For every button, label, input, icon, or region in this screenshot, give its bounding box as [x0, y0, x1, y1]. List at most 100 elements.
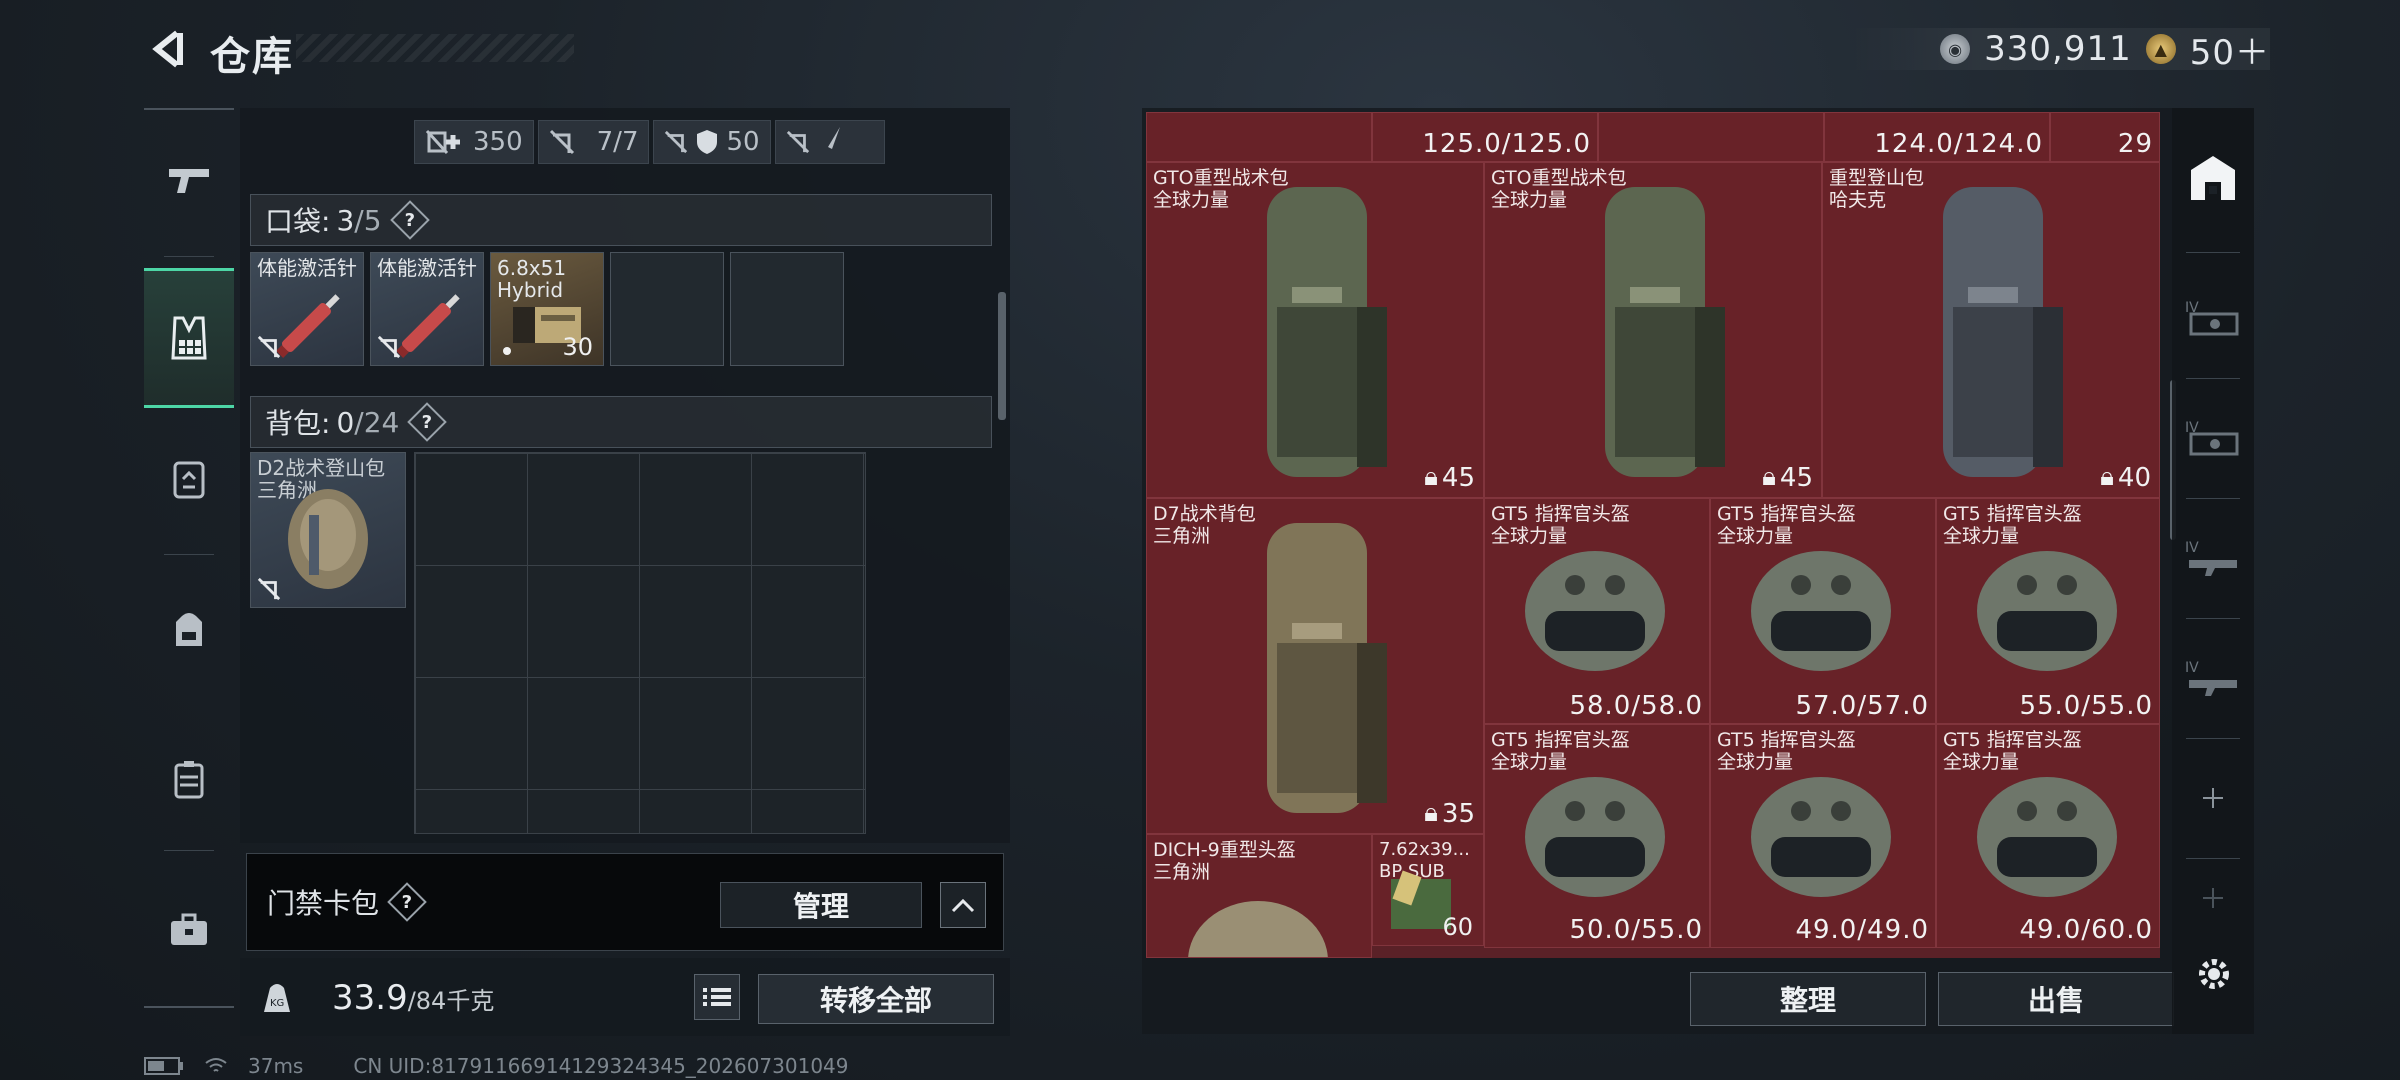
rail-safehouse[interactable] — [2172, 108, 2254, 248]
warehouse-item[interactable]: DICH-9重型头盔 三角洲 — [1146, 834, 1372, 958]
warehouse-item[interactable]: 7.62x39... BP SUB 60 — [1372, 834, 1484, 946]
chest-rig-icon — [173, 461, 205, 499]
warehouse-item-partial[interactable]: 125.0/125.0 — [1372, 112, 1598, 162]
knife-stat — [774, 120, 885, 164]
stats-row: 350 7/7 50 — [414, 120, 885, 164]
gt5-helmet-image — [1977, 777, 2117, 897]
tier4-rifle-icon: IV — [2185, 660, 2237, 696]
keycard-help-button[interactable]: ? — [387, 882, 427, 922]
chevron-up-icon — [951, 898, 975, 913]
pocket-help-button[interactable]: ? — [389, 200, 430, 240]
briefcase-icon — [171, 913, 207, 945]
tier4-gun-icon: IV — [2185, 300, 2239, 336]
settings-button[interactable] — [2192, 952, 2236, 996]
pocket-slot-2[interactable]: 体能激活针 — [370, 252, 484, 366]
gun-icon — [169, 169, 209, 193]
sort-button[interactable]: 整理 — [1690, 972, 1926, 1026]
gold-currency-value[interactable]: 50＋ — [2190, 25, 2270, 74]
tier4-rifle-icon: IV — [2185, 540, 2237, 576]
backpack-item-image — [288, 489, 368, 589]
durability-icon — [786, 130, 809, 154]
rail-add-2[interactable] — [2172, 838, 2254, 958]
currency-bar: ◉ 330,911 ▲ 50＋ — [1850, 28, 2270, 73]
keycard-manage-button[interactable]: 管理 — [720, 882, 922, 928]
keycard-label: 门禁卡包 — [267, 887, 380, 920]
silver-coin-icon: ◉ — [1940, 34, 1971, 64]
medkit-stat: 350 — [414, 120, 534, 164]
gt5-helmet-image — [1751, 777, 1891, 897]
pocket-slot-1[interactable]: 体能激活针 — [250, 252, 364, 366]
pocket-slot-5[interactable] — [730, 252, 844, 366]
nav-vest[interactable] — [144, 268, 234, 408]
warehouse-item[interactable]: GT5 指挥官头盔 全球力量 57.0/57.0 — [1710, 498, 1936, 724]
backpack-help-button[interactable]: ? — [407, 402, 448, 442]
nav-chest-rig[interactable] — [144, 410, 234, 550]
back-button[interactable] — [140, 22, 194, 76]
warehouse-item-partial[interactable]: 124.0/124.0 — [1824, 112, 2050, 162]
safehouse-icon — [2191, 156, 2235, 200]
warehouse-item[interactable]: GTO重型战术包 全球力量 🔒︎ 45 — [1146, 162, 1484, 498]
warehouse-item[interactable]: GTO重型战术包 全球力量 🔒︎ 45 — [1484, 162, 1822, 498]
title-stripe — [296, 34, 574, 62]
backpack-header: 背包: 0 /24 ? — [250, 396, 992, 448]
nav-briefcase[interactable] — [144, 860, 234, 1000]
backpack-used: 0 — [336, 405, 355, 439]
add-icon — [2203, 788, 2223, 808]
nav-case[interactable] — [144, 710, 234, 850]
gt5-helmet-image — [1977, 551, 2117, 671]
backpack-grid[interactable] — [414, 452, 866, 834]
svg-text:IV: IV — [2185, 540, 2199, 556]
list-view-button[interactable] — [694, 974, 740, 1020]
rail-storage-2[interactable]: IV — [2172, 378, 2254, 498]
case-icon — [174, 761, 204, 799]
warehouse-item-partial[interactable] — [1598, 112, 1824, 162]
backpack-icon — [176, 613, 202, 646]
sell-button[interactable]: 出售 — [1938, 972, 2174, 1026]
gt5-helmet-image — [1751, 551, 1891, 671]
wifi-icon — [205, 1058, 227, 1072]
pocket-slot-3[interactable]: 6.8x51 Hybrid 30 — [490, 252, 604, 366]
durability-icon — [549, 129, 574, 155]
lock-icon: 🔒︎ — [1762, 462, 1776, 492]
rail-storage-3[interactable]: IV — [2172, 498, 2254, 618]
lock-icon: 🔒︎ — [1424, 798, 1438, 828]
status-line: 37ms CN UID:81791166914129324345_2026073… — [144, 1054, 849, 1078]
warehouse-item[interactable]: GT5 指挥官头盔 全球力量 55.0/55.0 — [1936, 498, 2160, 724]
warehouse-grid: 125.0/125.0 124.0/124.0 29 GTO重型战术包 全球力量… — [1146, 112, 2160, 958]
gto-backpack-image — [1267, 187, 1387, 477]
warehouse-item[interactable]: 重型登山包 哈夫克 🔒︎ 40 — [1822, 162, 2160, 498]
backpack-equipped-slot[interactable]: D2战术登山包 三角洲 — [250, 452, 406, 608]
silver-currency-value: 330,911 — [1984, 29, 2132, 69]
heavy-mountain-backpack-image — [1943, 187, 2063, 477]
d7-backpack-image — [1267, 523, 1387, 813]
backpack-capacity: /24 — [354, 405, 400, 439]
no-insure-icon — [377, 335, 401, 359]
ammo-dot — [503, 347, 511, 355]
uid-text: CN UID:81791166914129324345_202607301049 — [353, 1054, 849, 1078]
warehouse-item[interactable]: GT5 指挥官头盔 全球力量 49.0/49.0 — [1710, 724, 1936, 948]
page-title: 仓库 — [210, 34, 294, 80]
durability-stat: 7/7 — [537, 120, 650, 164]
keycard-collapse-button[interactable] — [940, 882, 986, 928]
warehouse-item[interactable]: D7战术背包 三角洲 🔒︎ 35 — [1146, 498, 1484, 834]
nav-backpack[interactable] — [144, 560, 234, 700]
gold-coin-icon: ▲ — [2145, 34, 2176, 64]
warehouse-item-partial[interactable] — [1146, 112, 1372, 162]
pocket-slot-4[interactable] — [610, 252, 724, 366]
warehouse-item[interactable]: GT5 指挥官头盔 全球力量 50.0/55.0 — [1484, 724, 1710, 948]
warehouse-item[interactable]: GT5 指挥官头盔 全球力量 58.0/58.0 — [1484, 498, 1710, 724]
pocket-header: 口袋: 3 /5 ? — [250, 194, 992, 246]
warehouse-item[interactable]: GT5 指挥官头盔 全球力量 49.0/60.0 — [1936, 724, 2160, 948]
lock-icon: 🔒︎ — [2100, 462, 2114, 492]
warehouse-page-rail: IV IV IV IV — [2172, 108, 2254, 1034]
warehouse-item-partial[interactable]: 29 — [2050, 112, 2160, 162]
weight-icon: KG — [258, 978, 296, 1016]
left-scrollbar[interactable] — [998, 292, 1006, 420]
rail-storage-1[interactable]: IV — [2172, 258, 2254, 378]
pocket-used: 3 — [336, 203, 355, 237]
rail-storage-4[interactable]: IV — [2172, 618, 2254, 738]
warehouse-screen: 仓库 ◉ 330,911 ▲ 50＋ 350 7/7 50 口袋: 3 /5 ?… — [0, 0, 2400, 1080]
transfer-all-button[interactable]: 转移全部 — [758, 974, 994, 1024]
nav-weapons[interactable] — [144, 110, 234, 250]
lock-icon: 🔒︎ — [1424, 462, 1438, 492]
